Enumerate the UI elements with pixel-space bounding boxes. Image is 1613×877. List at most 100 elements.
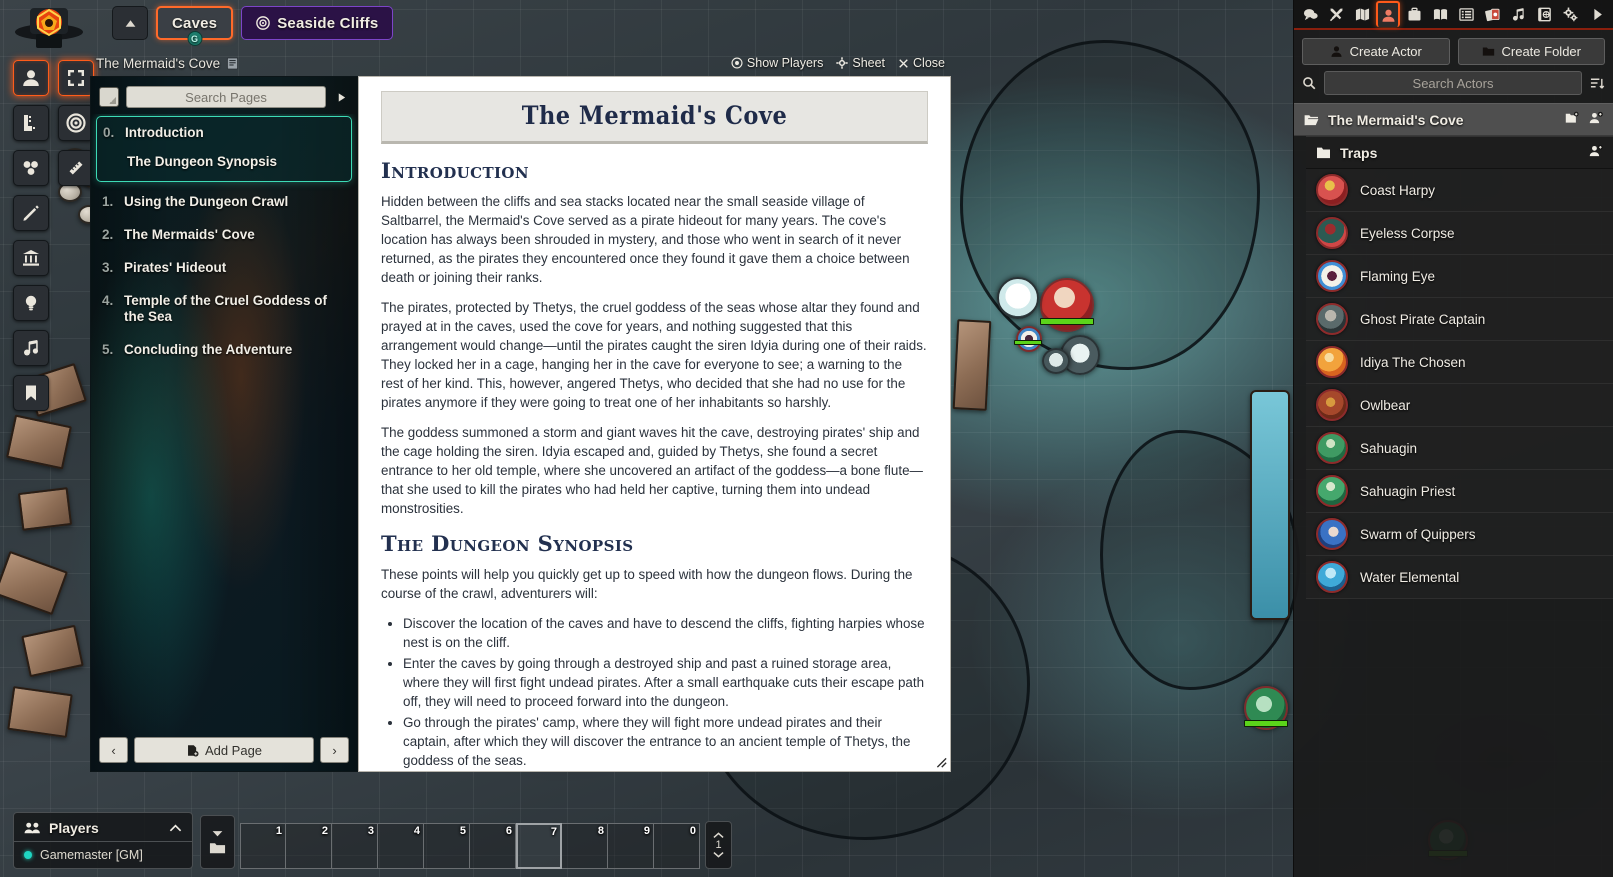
journal-content-pane[interactable]: The Mermaid's Cove Introduction Hidden b… [358, 76, 951, 772]
macro-slot-8[interactable]: 8 [562, 823, 608, 869]
macro-slot-9[interactable]: 9 [608, 823, 654, 869]
macro-slot-2[interactable]: 2 [286, 823, 332, 869]
toc-subentry-dungeon-synopsis[interactable]: The Dungeon Synopsis [97, 150, 351, 177]
actor-name: Eyeless Corpse [1360, 225, 1455, 241]
window-resize-handle[interactable] [932, 753, 948, 769]
scene-tab-seaside-cliffs[interactable]: Seaside Cliffs [241, 6, 394, 40]
search-pages-input[interactable] [126, 86, 326, 108]
close-button[interactable]: Close [898, 56, 945, 70]
folder-traps[interactable]: Traps [1306, 136, 1613, 169]
toc-entry-temple-of-the-cruel-goddess[interactable]: 4. Temple of the Cruel Goddess of the Se… [96, 285, 352, 335]
macro-slot-3[interactable]: 3 [332, 823, 378, 869]
player-row-gamemaster[interactable]: Gamemaster [GM] [14, 842, 192, 864]
sidebar-collapse-button[interactable] [1585, 1, 1609, 27]
token-object[interactable] [1042, 348, 1070, 374]
nav-collapse-button[interactable] [112, 6, 148, 40]
macro-slot-6[interactable]: 6 [470, 823, 516, 869]
actor-row-idiya-the-chosen[interactable]: Idiya The Chosen [1306, 341, 1613, 384]
chevron-up-icon[interactable] [169, 820, 182, 836]
tool-walls[interactable] [13, 240, 49, 276]
actor-name: Swarm of Quippers [1360, 526, 1476, 542]
macro-directory-button[interactable] [200, 815, 235, 869]
toc-entry-label: Introduction [125, 125, 204, 140]
actor-row-coast-harpy[interactable]: Coast Harpy [1306, 169, 1613, 212]
tool-notes[interactable] [13, 375, 49, 411]
toc-entry-concluding-the-adventure[interactable]: 5. Concluding the Adventure [96, 334, 352, 367]
tool-fullscreen[interactable] [58, 60, 94, 96]
macro-slot-1[interactable]: 1 [240, 823, 286, 869]
create-folder-button[interactable]: Create Folder [1457, 38, 1605, 65]
show-players-button[interactable]: Show Players [731, 56, 823, 70]
create-actor-in-folder-icon[interactable] [1589, 144, 1603, 161]
users-icon [24, 822, 40, 834]
actor-row-owlbear[interactable]: Owlbear [1306, 384, 1613, 427]
create-actor-button[interactable]: Create Actor [1302, 38, 1450, 65]
sidebar-tab-items[interactable] [1402, 1, 1426, 27]
toc-entry-introduction[interactable]: 0. Introduction The Dungeon Synopsis [96, 116, 352, 182]
book-open-icon [1433, 8, 1447, 20]
tool-sounds[interactable] [13, 330, 49, 366]
previous-page-button[interactable]: ‹ [99, 737, 128, 763]
toc-entry-using-the-dungeon-crawl[interactable]: 1. Using the Dungeon Crawl [96, 186, 352, 219]
sidebar-tab-scenes[interactable] [1350, 1, 1374, 27]
folder-the-mermaids-cove[interactable]: The Mermaid's Cove [1294, 103, 1613, 136]
actor-row-sahuagin-priest[interactable]: Sahuagin Priest [1306, 470, 1613, 513]
macro-slot-5[interactable]: 5 [424, 823, 470, 869]
sidebar-tab-tables[interactable] [1454, 1, 1478, 27]
actor-row-water-elemental[interactable]: Water Elemental [1306, 556, 1613, 599]
macro-slot-4[interactable]: 4 [378, 823, 424, 869]
sidebar-tab-compendium[interactable] [1532, 1, 1556, 27]
next-page-button[interactable]: › [320, 737, 349, 763]
create-subfolder-icon[interactable] [1565, 111, 1579, 128]
sidebar-tab-chat[interactable] [1298, 1, 1322, 27]
folder-open-icon [1304, 115, 1319, 126]
actor-row-ghost-pirate-captain[interactable]: Ghost Pirate Captain [1306, 298, 1613, 341]
tool-target[interactable] [58, 105, 94, 141]
create-actor-in-folder-icon[interactable] [1589, 111, 1603, 128]
toc-next-icon[interactable] [333, 87, 349, 107]
actor-row-swarm-of-quippers[interactable]: Swarm of Quippers [1306, 513, 1613, 556]
sheet-button[interactable]: Sheet [836, 56, 885, 70]
sort-filter-icon[interactable] [1590, 76, 1605, 91]
toc-collapse-button[interactable] [99, 87, 119, 107]
foundry-logo[interactable] [10, 2, 88, 54]
toc-entry-pirates-hideout[interactable]: 3. Pirates' Hideout [96, 252, 352, 285]
tool-lighting[interactable] [13, 285, 49, 321]
sidebar-tab-settings[interactable] [1558, 1, 1582, 27]
chevron-up-icon [713, 832, 724, 838]
add-page-button[interactable]: Add Page [134, 737, 314, 763]
tool-tiles[interactable] [13, 150, 49, 186]
token-light-source[interactable] [997, 277, 1039, 319]
search-actors-input[interactable] [1324, 71, 1582, 95]
sidebar-tab-playlists[interactable] [1506, 1, 1530, 27]
players-header[interactable]: Players [14, 818, 192, 842]
actor-row-sahuagin[interactable]: Sahuagin [1306, 427, 1613, 470]
sidebar-tab-cards[interactable] [1480, 1, 1504, 27]
tool-ruler[interactable] [58, 150, 94, 186]
tool-token-controls[interactable] [13, 60, 49, 96]
journal-window-title: The Mermaid's Cove [96, 55, 221, 71]
tool-drawings[interactable] [13, 195, 49, 231]
hotbar-page-control[interactable]: 1 [705, 821, 732, 869]
search-icon [1302, 76, 1316, 90]
slot-key: 2 [321, 825, 328, 837]
toc-entry-the-mermaids-cove[interactable]: 2. The Mermaids' Cove [96, 219, 352, 252]
crate-prop [7, 686, 73, 738]
journal-window-header[interactable]: The Mermaid's Cove Show Players Sheet Cl… [90, 50, 951, 76]
sidebar-tab-actors[interactable] [1376, 1, 1400, 27]
slot-key: 9 [643, 825, 650, 837]
actor-name: Flaming Eye [1360, 268, 1436, 284]
token-flaming-eye[interactable] [1016, 326, 1042, 352]
scene-tab-caves[interactable]: Caves G [156, 6, 234, 46]
actor-name: Owlbear [1360, 397, 1411, 413]
sidebar-tab-combat[interactable] [1324, 1, 1348, 27]
avatar [1316, 260, 1348, 292]
music-note-icon [1512, 7, 1524, 21]
actor-row-eyeless-corpse[interactable]: Eyeless Corpse [1306, 212, 1613, 255]
macro-slot-0[interactable]: 0 [654, 823, 700, 869]
tool-measure-blocks[interactable] [13, 105, 49, 141]
sidebar-tab-journal[interactable] [1428, 1, 1452, 27]
folder-icon [209, 843, 226, 854]
actor-row-flaming-eye[interactable]: Flaming Eye [1306, 255, 1613, 298]
macro-slot-7[interactable]: 7 [516, 823, 562, 869]
